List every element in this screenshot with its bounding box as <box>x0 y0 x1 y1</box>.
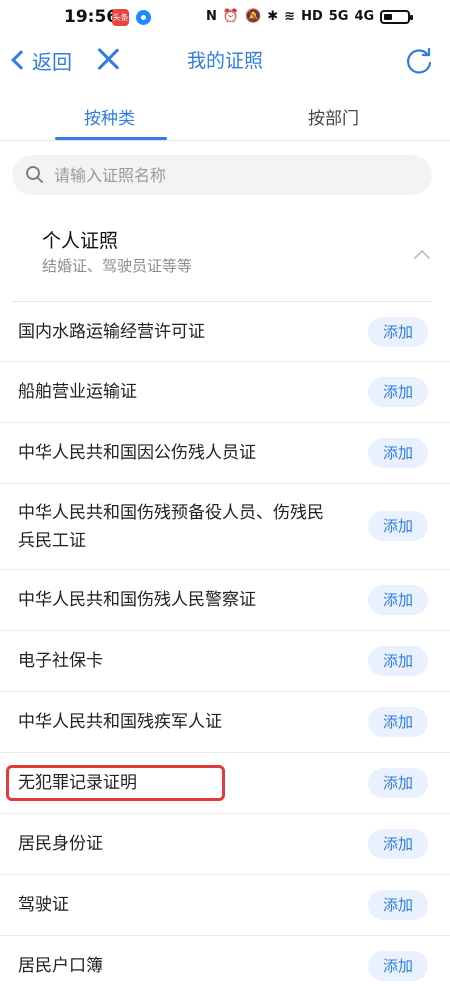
nav-bar: 返回 我的证照 <box>0 34 450 86</box>
tab-indicator <box>55 137 167 140</box>
mute-icon: 🔕 <box>245 9 262 24</box>
list-item: 居民身份证 添加 <box>0 814 450 875</box>
wifi-icon: ≋ <box>284 9 296 24</box>
list-item-label-line2: 兵民工证 <box>18 531 86 551</box>
category-header[interactable]: 个人证照 结婚证、驾驶员证等等 <box>0 220 450 300</box>
list-item: 国内水路运输经营许可证 添加 <box>0 302 450 362</box>
list-item-label: 船舶营业运输证 <box>18 382 137 402</box>
hd-icon: HD <box>301 9 323 24</box>
category-title: 个人证照 <box>42 230 119 252</box>
search-box[interactable] <box>12 155 432 195</box>
news-app-icon: 头条 <box>112 9 129 26</box>
add-button[interactable]: 添加 <box>368 646 428 676</box>
chevron-up-icon[interactable] <box>413 246 431 264</box>
app-notification-icon <box>136 10 151 25</box>
refresh-icon[interactable] <box>404 46 434 76</box>
add-button[interactable]: 添加 <box>368 829 428 859</box>
list-item: 居民户口簿 添加 <box>0 936 450 984</box>
search-input[interactable] <box>54 165 414 185</box>
certificate-list: 国内水路运输经营许可证 添加 船舶营业运输证 添加 中华人民共和国因公伤残人员证… <box>0 302 450 984</box>
list-item: 中华人民共和国伤残预备役人员、伤残民 兵民工证 添加 <box>0 484 450 570</box>
signal-5g-icon: 5G <box>328 9 349 24</box>
tab-bar: 按种类 按部门 <box>0 86 450 141</box>
list-item-label: 中华人民共和国伤残人民警察证 <box>18 590 256 610</box>
list-item: 驾驶证 添加 <box>0 875 450 936</box>
add-button[interactable]: 添加 <box>368 951 428 981</box>
add-button[interactable]: 添加 <box>368 890 428 920</box>
list-item-label: 中华人民共和国因公伤残人员证 <box>18 443 256 463</box>
page-title: 我的证照 <box>186 50 263 72</box>
add-button[interactable]: 添加 <box>368 377 428 407</box>
add-button[interactable]: 添加 <box>368 768 428 798</box>
list-item-label: 国内水路运输经营许可证 <box>18 322 205 342</box>
list-item-label: 居民身份证 <box>18 834 103 854</box>
add-button[interactable]: 添加 <box>368 511 428 541</box>
list-item-label: 驾驶证 <box>18 895 69 915</box>
search-icon <box>26 166 43 183</box>
add-button[interactable]: 添加 <box>368 585 428 615</box>
list-item: 中华人民共和国残疾军人证 添加 <box>0 692 450 753</box>
list-item: 中华人民共和国伤残人民警察证 添加 <box>0 570 450 631</box>
status-time: 19:56 <box>64 7 119 27</box>
nfc-icon: N <box>206 9 217 24</box>
category-subtitle: 结婚证、驾驶员证等等 <box>42 257 193 275</box>
list-item: 中华人民共和国因公伤残人员证 添加 <box>0 423 450 484</box>
list-item: 电子社保卡 添加 <box>0 631 450 692</box>
status-bar: 19:56 头条 N ⏰ 🔕 ✱ ≋ HD 5G 4G <box>0 0 450 34</box>
list-item-label: 无犯罪记录证明 <box>18 773 137 793</box>
list-item-label-line1: 中华人民共和国伤残预备役人员、伤残民 <box>18 503 324 523</box>
list-item-label: 电子社保卡 <box>18 651 103 671</box>
tab-by-department[interactable]: 按部门 <box>308 104 359 129</box>
status-icons: N ⏰ 🔕 ✱ ≋ HD 5G 4G <box>206 6 414 28</box>
battery-icon <box>380 10 414 24</box>
add-button[interactable]: 添加 <box>368 438 428 468</box>
alarm-icon: ⏰ <box>222 9 240 24</box>
list-item: 无犯罪记录证明 添加 <box>0 753 450 814</box>
signal-4g-icon: 4G <box>354 9 375 24</box>
bluetooth-icon: ✱ <box>267 9 279 24</box>
list-item-label: 中华人民共和国残疾军人证 <box>18 712 222 732</box>
tab-by-type[interactable]: 按种类 <box>84 104 135 129</box>
list-item: 船舶营业运输证 添加 <box>0 362 450 423</box>
list-item-label: 居民户口簿 <box>18 956 103 976</box>
add-button[interactable]: 添加 <box>368 317 428 347</box>
add-button[interactable]: 添加 <box>368 707 428 737</box>
